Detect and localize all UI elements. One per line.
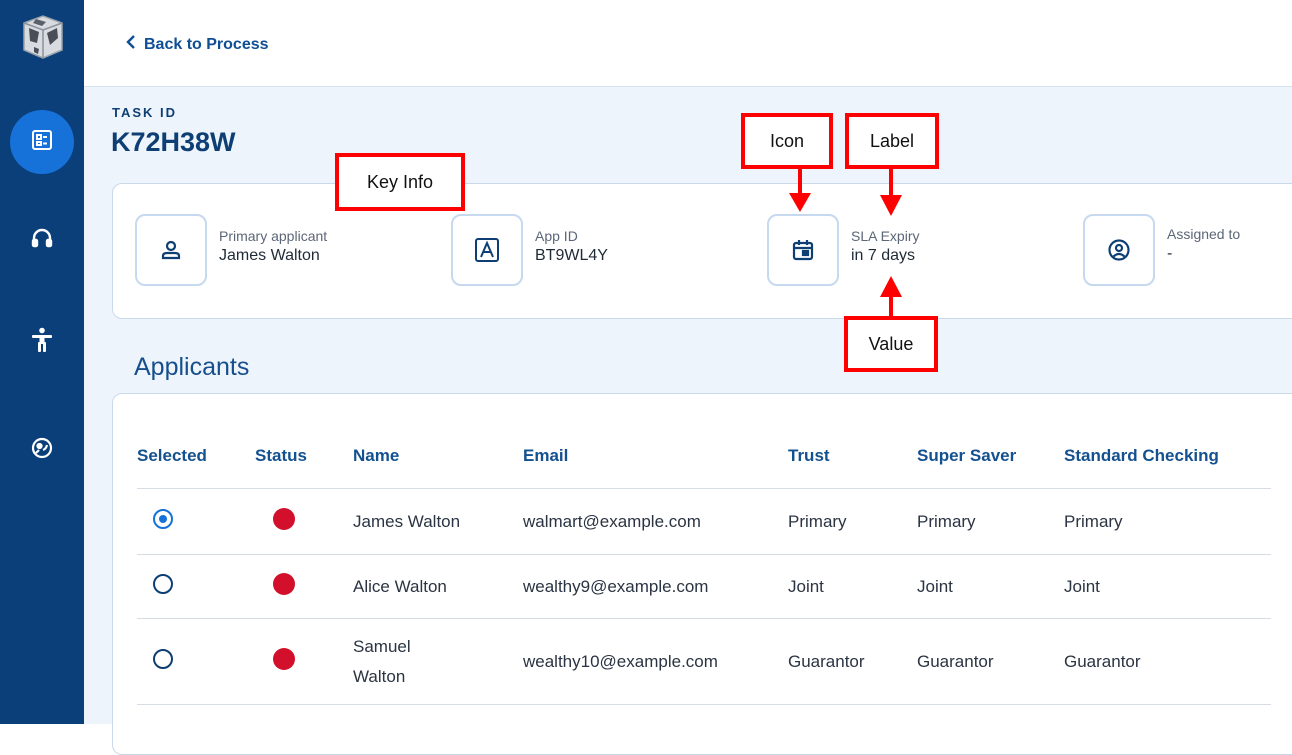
key-info-label: SLA Expiry: [851, 228, 920, 244]
top-bar: Back to Process: [84, 0, 1292, 87]
applicant-trust: Guarantor: [788, 618, 917, 705]
applicants-table: Selected Status Name Email Trust Super S…: [137, 424, 1271, 705]
chevron-left-icon: [126, 35, 136, 54]
user-circle-icon: [1083, 214, 1155, 286]
applicant-trust: Joint: [788, 554, 917, 619]
callout-value: Value: [844, 316, 938, 372]
table-row[interactable]: Samuel Walton wealthy10@example.com Guar…: [137, 618, 1271, 705]
key-info-panel: Primary applicant James Walton App ID BT…: [112, 183, 1292, 319]
applicants-table-card: Selected Status Name Email Trust Super S…: [112, 393, 1292, 755]
nav-accessibility-button[interactable]: [10, 310, 74, 374]
key-info-sla-expiry: SLA Expiry in 7 days: [767, 214, 919, 286]
applicant-standard-checking: Joint: [1064, 554, 1271, 619]
key-info-value: James Walton: [219, 247, 320, 264]
support-icon: [30, 436, 54, 465]
calendar-icon: [767, 214, 839, 286]
applicant-name: Alice Walton: [353, 554, 523, 619]
column-header-trust: Trust: [788, 424, 917, 489]
callout-icon: Icon: [741, 113, 833, 169]
applicant-name: Samuel Walton: [353, 618, 523, 705]
applicant-super-saver: Guarantor: [917, 618, 1064, 705]
nav-support-button[interactable]: [10, 418, 74, 482]
key-info-label: Primary applicant: [219, 228, 328, 244]
column-header-super-saver: Super Saver: [917, 424, 1064, 489]
select-radio-selected[interactable]: [153, 509, 173, 529]
key-info-app-id: App ID BT9WL4Y: [451, 214, 608, 286]
applicant-name: James Walton: [353, 488, 523, 555]
applicants-title: Applicants: [134, 353, 250, 381]
applicant-trust: Primary: [788, 488, 917, 555]
task-id-label: TASK ID: [112, 105, 178, 120]
select-radio[interactable]: [153, 574, 173, 594]
applicant-standard-checking: Guarantor: [1064, 618, 1271, 705]
applicant-super-saver: Primary: [917, 488, 1064, 555]
column-header-selected: Selected: [137, 424, 255, 489]
globe-logo[interactable]: [20, 14, 66, 60]
key-info-assigned-to: Assigned to -: [1083, 214, 1240, 286]
app-letter-icon: [451, 214, 523, 286]
status-dot: [273, 648, 295, 670]
column-header-email: Email: [523, 424, 788, 489]
column-header-standard-checking: Standard Checking: [1064, 424, 1271, 489]
status-dot: [273, 508, 295, 530]
table-header-row: Selected Status Name Email Trust Super S…: [137, 424, 1271, 489]
back-link-label: Back to Process: [144, 35, 269, 53]
content-area: TASK ID K72H38W Primary applicant James …: [84, 87, 1292, 755]
back-to-process-link[interactable]: Back to Process: [126, 35, 269, 54]
task-id-value: K72H38W: [111, 127, 236, 157]
key-info-value: in 7 days: [851, 247, 916, 264]
person-icon: [135, 214, 207, 286]
sidebar: [0, 0, 84, 724]
main-area: Back to Process TASK ID K72H38W Primary …: [84, 0, 1292, 755]
key-info-label: Assigned to: [1167, 226, 1241, 242]
key-info-value: BT9WL4Y: [535, 247, 608, 264]
applicant-email: walmart@example.com: [523, 488, 788, 555]
applicant-standard-checking: Primary: [1064, 488, 1271, 555]
key-info-primary-applicant: Primary applicant James Walton: [135, 214, 327, 286]
column-header-name: Name: [353, 424, 523, 489]
applicant-email: wealthy10@example.com: [523, 618, 788, 705]
callout-label: Label: [845, 113, 939, 169]
task-icon: [30, 128, 54, 157]
key-info-label: App ID: [535, 228, 578, 244]
headset-icon: [30, 226, 54, 255]
nav-task-button[interactable]: [10, 110, 74, 174]
key-info-value: -: [1167, 245, 1173, 262]
table-row[interactable]: James Walton walmart@example.com Primary…: [137, 488, 1271, 555]
select-radio[interactable]: [153, 649, 173, 669]
nav-headset-button[interactable]: [10, 208, 74, 272]
column-header-status: Status: [255, 424, 353, 489]
table-row[interactable]: Alice Walton wealthy9@example.com Joint …: [137, 554, 1271, 619]
applicant-email: wealthy9@example.com: [523, 554, 788, 619]
applicant-super-saver: Joint: [917, 554, 1064, 619]
callout-key-info: Key Info: [335, 153, 465, 211]
status-dot: [273, 573, 295, 595]
accessibility-icon: [30, 327, 54, 358]
